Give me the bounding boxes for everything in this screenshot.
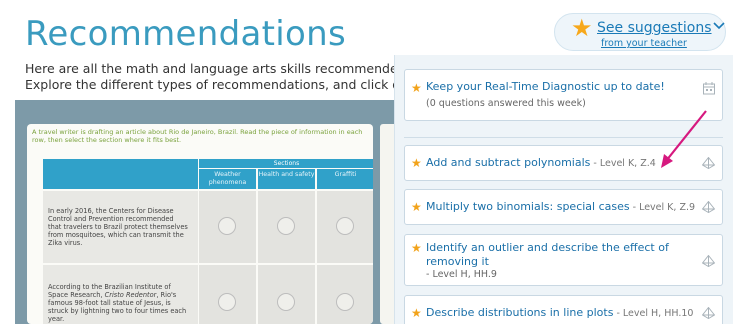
intro-line-2: Explore the different types of recommend… xyxy=(25,77,446,92)
recommendation-title[interactable]: Multiply two binomials: special cases - … xyxy=(426,200,695,215)
answer-cell xyxy=(258,265,315,324)
answer-radio[interactable] xyxy=(336,217,354,235)
pyramid-icon xyxy=(701,306,716,321)
answer-radio[interactable] xyxy=(277,217,295,235)
table-header-blank xyxy=(43,159,198,189)
intro-text: Here are all the math and language arts … xyxy=(25,61,448,93)
answer-cell xyxy=(317,265,373,324)
skill-level: - Level K, Z.4 xyxy=(590,158,656,169)
recommendation-item[interactable]: ★ Describe distributions in line plots -… xyxy=(404,295,723,324)
recommendation-item[interactable]: ★ Add and subtract polynomials - Level K… xyxy=(404,145,723,181)
answer-radio[interactable] xyxy=(218,217,236,235)
answer-cell xyxy=(258,191,315,263)
recommendation-title[interactable]: Add and subtract polynomials - Level K, … xyxy=(426,156,656,171)
skill-name[interactable]: Describe distributions in line plots xyxy=(426,306,613,319)
row-text-italic: Cristo Redentor xyxy=(104,291,157,299)
see-suggestions-toggle[interactable]: ★ See suggestions from your teacher xyxy=(554,13,726,51)
recommendation-item[interactable]: ★ Multiply two binomials: special cases … xyxy=(404,189,723,225)
chevron-down-icon[interactable] xyxy=(713,21,725,34)
table-row-text: In early 2016, the Centers for Disease C… xyxy=(43,191,198,263)
star-icon: ★ xyxy=(411,81,422,95)
column-header: Graffiti xyxy=(317,169,373,189)
column-header: Weather phenomena xyxy=(199,169,256,189)
see-suggestions-link[interactable]: See suggestions xyxy=(597,20,712,36)
skill-level: - Level H, HH.10 xyxy=(613,308,694,319)
panel-divider xyxy=(404,137,723,138)
question-instructions: A travel writer is drafting an article a… xyxy=(32,128,363,144)
recommendation-item[interactable]: ★ Identify an outlier and describe the e… xyxy=(404,234,723,286)
answer-cell xyxy=(317,191,373,263)
answer-cell xyxy=(199,265,256,324)
question-table: Sections Weather phenomena Health and sa… xyxy=(43,159,373,324)
star-icon: ★ xyxy=(571,14,593,42)
star-icon: ★ xyxy=(411,241,422,255)
diagnostic-title[interactable]: Keep your Real-Time Diagnostic up to dat… xyxy=(426,80,665,94)
answer-cell xyxy=(199,191,256,263)
skill-level: - Level K, Z.9 xyxy=(629,202,696,213)
skill-level: - Level H, HH.9 xyxy=(426,269,497,280)
skill-name-link[interactable]: Identify an outlier and describe the eff… xyxy=(426,241,669,268)
star-icon: ★ xyxy=(411,306,422,320)
calendar-icon xyxy=(703,82,715,97)
pyramid-icon xyxy=(701,200,716,215)
recommendation-title[interactable]: Describe distributions in line plots - L… xyxy=(426,306,693,321)
table-header-sections: Sections xyxy=(199,159,373,168)
skill-name[interactable]: Add and subtract polynomials xyxy=(426,156,590,169)
pyramid-icon xyxy=(701,156,716,171)
star-icon: ★ xyxy=(411,156,422,170)
answer-radio[interactable] xyxy=(277,293,295,311)
from-teacher-link[interactable]: from your teacher xyxy=(601,38,687,49)
diagnostic-item[interactable]: ★ Keep your Real-Time Diagnostic up to d… xyxy=(404,69,723,121)
column-header: Health and safety xyxy=(258,169,315,189)
answer-radio[interactable] xyxy=(218,293,236,311)
pyramid-icon xyxy=(701,254,716,269)
diagnostic-subtitle: (0 questions answered this week) xyxy=(426,98,586,109)
star-icon: ★ xyxy=(411,200,422,214)
recommendation-title[interactable]: Identify an outlier and describe the eff… xyxy=(426,241,691,269)
question-preview-card[interactable]: A travel writer is drafting an article a… xyxy=(27,124,373,324)
page-title: Recommendations xyxy=(25,14,346,54)
intro-line-1: Here are all the math and language arts … xyxy=(25,61,449,76)
skill-name[interactable]: Multiply two binomials: special cases xyxy=(426,200,630,213)
table-row-text: According to the Brazilian Institute of … xyxy=(43,265,198,324)
answer-radio[interactable] xyxy=(336,293,354,311)
